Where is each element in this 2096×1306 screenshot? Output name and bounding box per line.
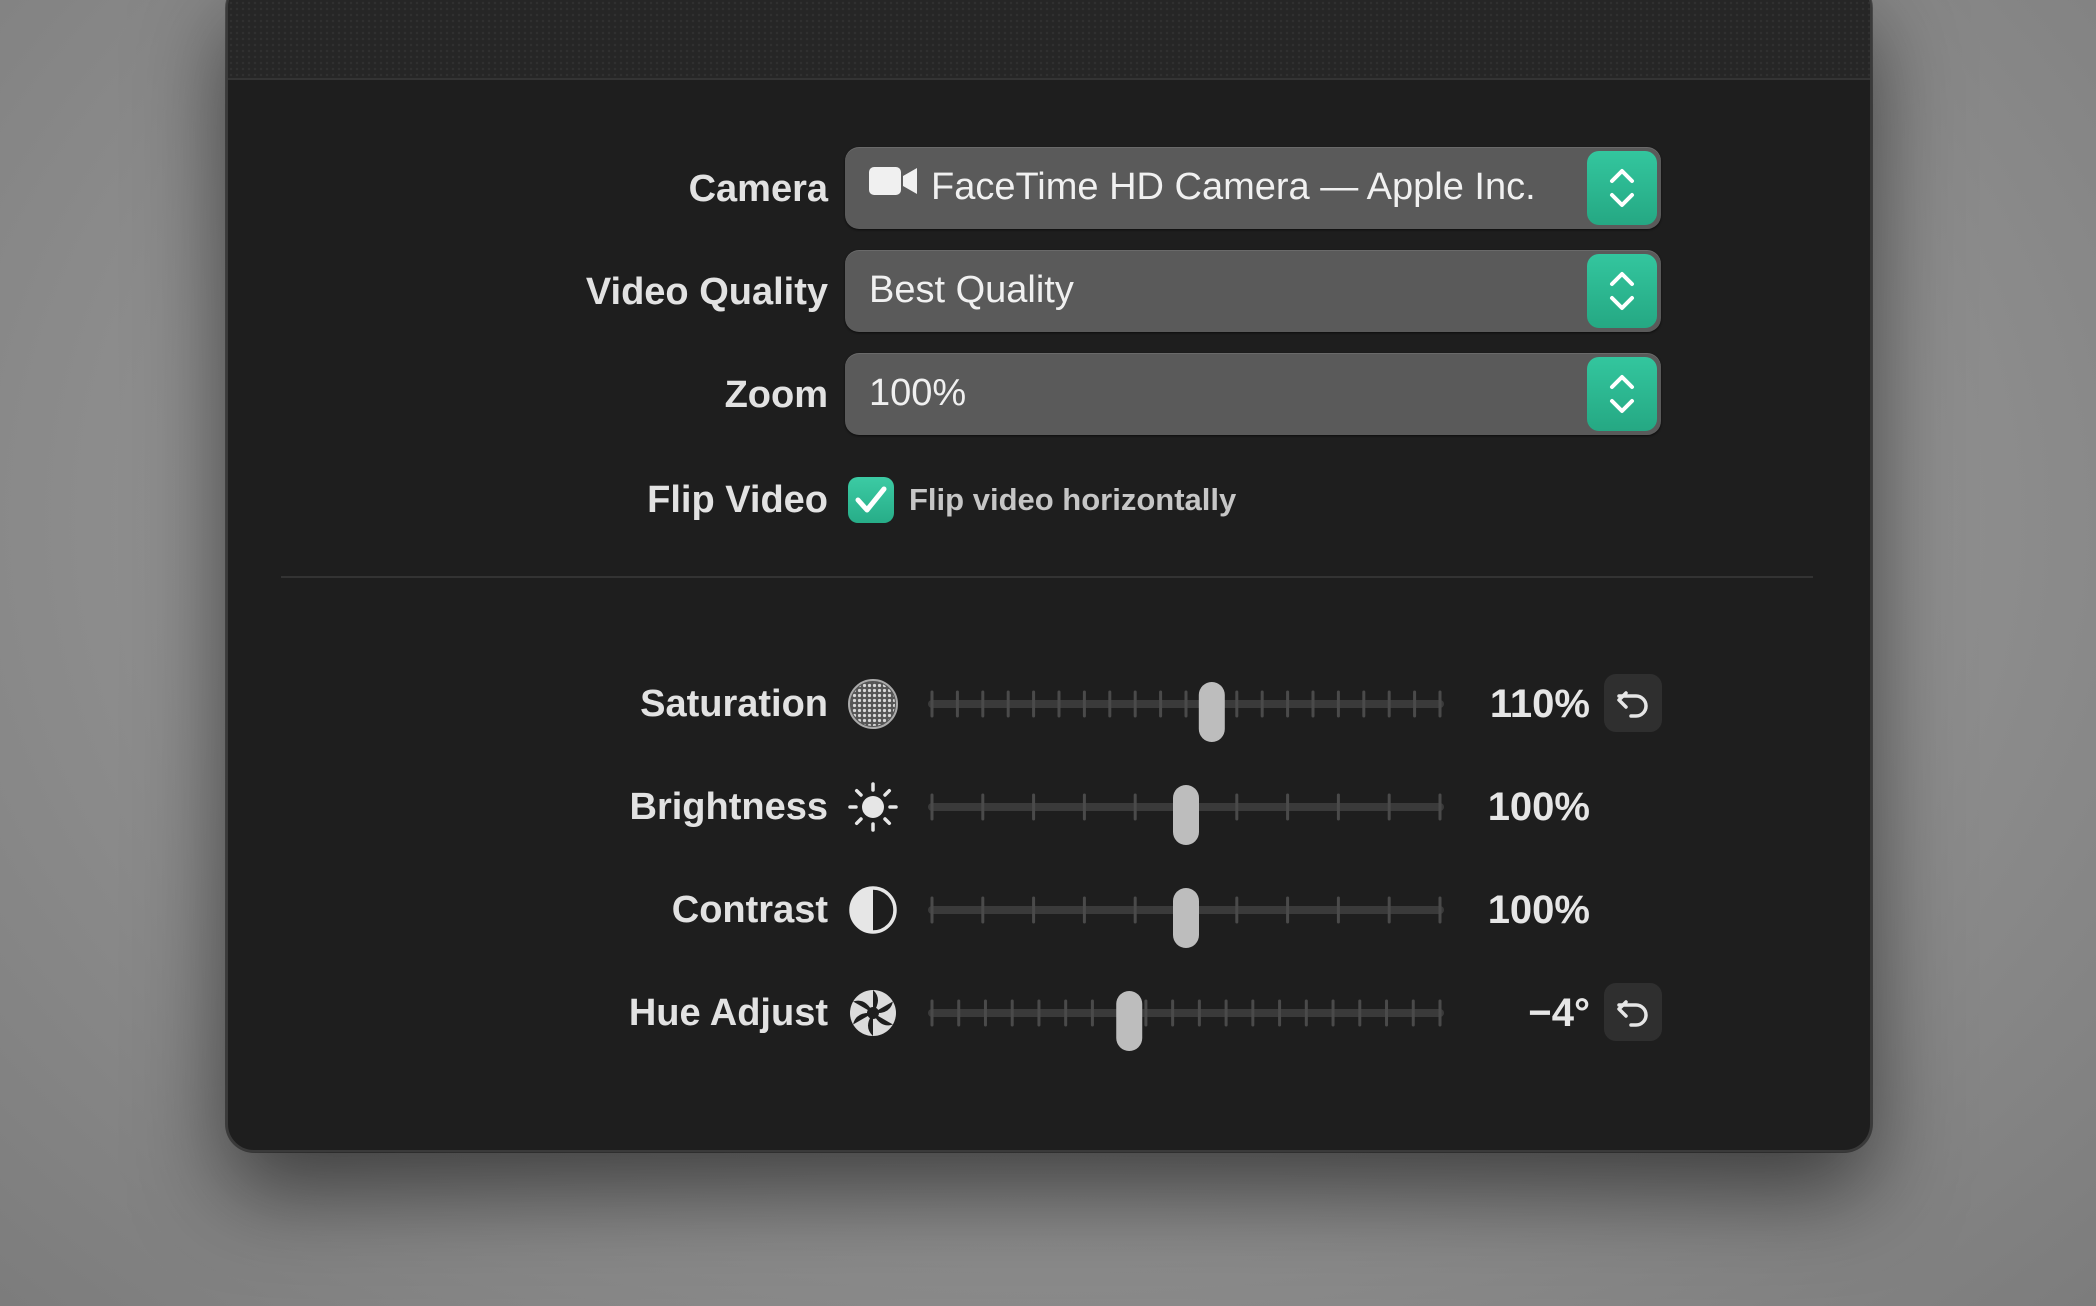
hue-adjust-value: −4° bbox=[1528, 991, 1590, 1035]
zoom-row: Zoom 100% bbox=[228, 353, 1870, 437]
toolbar bbox=[228, 0, 1870, 80]
video-quality-stepper[interactable] bbox=[1587, 254, 1657, 328]
camera-settings-window: Camera FaceTime HD Camera — Apple Inc. V… bbox=[226, 0, 1872, 1152]
slider-thumb[interactable] bbox=[1116, 991, 1143, 1051]
camera-popup[interactable]: FaceTime HD Camera — Apple Inc. bbox=[845, 147, 1661, 229]
brightness-row: Brightness 100% bbox=[228, 765, 1870, 849]
chevron-up-down-icon bbox=[1610, 169, 1634, 207]
flip-video-label: Flip Video bbox=[647, 479, 828, 521]
separator bbox=[281, 576, 1813, 578]
undo-arrow-icon bbox=[1617, 691, 1648, 718]
contrast-icon bbox=[847, 884, 899, 936]
brightness-slider[interactable] bbox=[928, 765, 1444, 849]
slider-thumb[interactable] bbox=[1198, 682, 1225, 742]
hue-adjust-label: Hue Adjust bbox=[628, 992, 828, 1034]
slider-thumb[interactable] bbox=[1173, 888, 1199, 948]
saturation-icon bbox=[847, 678, 899, 730]
zoom-value: 100% bbox=[869, 372, 967, 414]
camera-stepper[interactable] bbox=[1587, 151, 1657, 225]
zoom-label: Zoom bbox=[724, 374, 828, 416]
saturation-row: Saturation 110% bbox=[228, 662, 1870, 746]
slider-ticks bbox=[930, 690, 1442, 718]
brightness-value: 100% bbox=[1487, 785, 1590, 829]
slider-track bbox=[928, 1009, 1444, 1017]
flip-video-checkbox-label[interactable]: Flip video horizontally bbox=[909, 458, 1236, 542]
hue-adjust-row: Hue Adjust −4° bbox=[228, 971, 1870, 1055]
chevron-up-down-icon bbox=[1610, 272, 1634, 310]
video-quality-row: Video Quality Best Quality bbox=[228, 250, 1870, 334]
video-camera-icon bbox=[869, 145, 919, 225]
brightness-label: Brightness bbox=[629, 786, 828, 828]
sun-icon bbox=[847, 781, 899, 833]
slider-thumb[interactable] bbox=[1173, 785, 1199, 845]
camera-row: Camera FaceTime HD Camera — Apple Inc. bbox=[228, 147, 1870, 231]
saturation-value: 110% bbox=[1489, 682, 1590, 726]
hue-adjust-reset-button[interactable] bbox=[1604, 983, 1662, 1041]
undo-arrow-icon bbox=[1617, 1000, 1648, 1027]
video-quality-value: Best Quality bbox=[869, 269, 1074, 311]
hue-icon bbox=[847, 987, 899, 1039]
contrast-row: Contrast 100% bbox=[228, 868, 1870, 952]
contrast-label: Contrast bbox=[671, 889, 828, 931]
contrast-slider[interactable] bbox=[928, 868, 1444, 952]
zoom-stepper[interactable] bbox=[1587, 357, 1657, 431]
flip-video-row: Flip Video Flip video horizontally bbox=[228, 458, 1870, 542]
checkmark-icon bbox=[855, 486, 887, 513]
hue-adjust-slider[interactable] bbox=[928, 971, 1444, 1055]
flip-video-checkbox[interactable] bbox=[848, 477, 894, 523]
chevron-up-down-icon bbox=[1610, 375, 1634, 413]
zoom-popup[interactable]: 100% bbox=[845, 353, 1661, 435]
video-quality-label: Video Quality bbox=[585, 271, 828, 313]
contrast-value: 100% bbox=[1487, 888, 1590, 932]
camera-label: Camera bbox=[688, 168, 828, 210]
saturation-reset-button[interactable] bbox=[1604, 674, 1662, 732]
camera-value: FaceTime HD Camera — Apple Inc. bbox=[931, 166, 1536, 208]
saturation-label: Saturation bbox=[640, 683, 828, 725]
saturation-slider[interactable] bbox=[928, 662, 1444, 746]
video-quality-popup[interactable]: Best Quality bbox=[845, 250, 1661, 332]
